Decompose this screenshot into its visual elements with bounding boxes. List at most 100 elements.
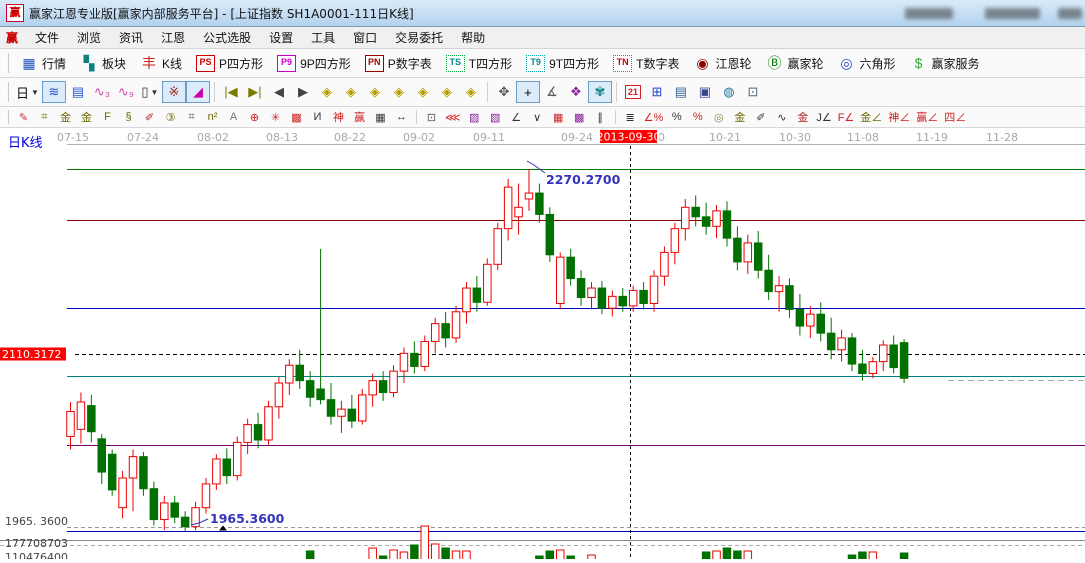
quickbar-p-square-button[interactable]: PSP四方形 xyxy=(189,52,270,75)
drawbar-span-measure-button[interactable]: ↔ xyxy=(391,108,412,126)
viewbar-gann-mark-button[interactable]: ※ xyxy=(162,81,186,103)
quickbar-winner-service-button[interactable]: $赢家服务 xyxy=(903,52,987,75)
drawbar-pct-underline-button[interactable]: % xyxy=(687,108,708,126)
drawbar-n2-grid-button[interactable]: n² xyxy=(202,108,223,126)
toolbar-grip[interactable] xyxy=(4,110,9,124)
drawbar-brush-button[interactable]: ✎ xyxy=(13,108,34,126)
drawbar-pct-angle-button[interactable]: ∠% xyxy=(641,108,667,126)
drawbar-red-grid-button[interactable]: ▦ xyxy=(548,108,569,126)
viewbar-network-button[interactable]: ◍ xyxy=(717,81,741,103)
viewbar-crosshair-button[interactable]: + xyxy=(516,81,540,103)
drawbar-shen-angle-button[interactable]: 神∠ xyxy=(885,108,913,126)
drawbar-f-angle-button[interactable]: F∠ xyxy=(835,108,858,126)
viewbar-notes-button[interactable]: ▤ xyxy=(669,81,693,103)
viewbar-profile-chart-button[interactable]: ◢ xyxy=(186,81,210,103)
drawbar-si-angle-button[interactable]: 四∠ xyxy=(941,108,969,126)
drawbar-percent-button[interactable]: % xyxy=(666,108,687,126)
viewbar-zigzag-overview-button[interactable]: ≋ xyxy=(42,81,66,103)
drawbar-pen-grid-button[interactable]: ✐ xyxy=(139,108,160,126)
quickbar-9p-square-button[interactable]: P99P四方形 xyxy=(270,52,358,75)
drawbar-v-lines-button[interactable]: ∨ xyxy=(527,108,548,126)
drawbar-circle-3-button[interactable]: ③ xyxy=(160,108,181,126)
drawbar-box-fan-button[interactable]: ▨ xyxy=(464,108,485,126)
drawbar-radar-web-button[interactable]: ✳ xyxy=(265,108,286,126)
viewbar-calendar-button[interactable]: 21 xyxy=(621,81,645,103)
viewbar-gann-nav-down-button[interactable]: ◈ xyxy=(435,81,459,103)
menu-tools[interactable]: 工具 xyxy=(302,27,344,48)
viewbar-next-page-button[interactable]: ▶ xyxy=(291,81,315,103)
drawbar-parallel-lines-button[interactable]: ∥ xyxy=(590,108,611,126)
viewbar-gann-nav-up-button[interactable]: ◈ xyxy=(411,81,435,103)
viewbar-pan-hand-button[interactable]: ✥ xyxy=(492,81,516,103)
viewbar-wave-3-button[interactable]: ∿₃ xyxy=(90,81,114,103)
menu-window[interactable]: 窗口 xyxy=(344,27,386,48)
drawbar-fan-lines-button[interactable]: ⋘ xyxy=(442,108,464,126)
drawbar-k-mark-button[interactable]: И xyxy=(307,108,328,126)
menu-help[interactable]: 帮助 xyxy=(452,27,494,48)
quickbar-9t-square-button[interactable]: T99T四方形 xyxy=(519,52,606,75)
drawbar-gold-angle-button[interactable]: 金∠ xyxy=(857,108,885,126)
drawbar-level-bars-button[interactable]: ≣ xyxy=(620,108,641,126)
menu-news[interactable]: 资讯 xyxy=(110,27,152,48)
viewbar-wave-9-button[interactable]: ∿₉ xyxy=(114,81,138,103)
viewbar-gann-nav-center-button[interactable]: ◈ xyxy=(459,81,483,103)
drawbar-gold-underline-button[interactable]: 金 xyxy=(792,108,813,126)
viewbar-measure-button[interactable]: ∡ xyxy=(540,81,564,103)
viewbar-last-page-button[interactable]: ▶| xyxy=(243,81,267,103)
viewbar-calculator-button[interactable]: ⊞ xyxy=(645,81,669,103)
drawbar-wave-a-button[interactable]: ∿ xyxy=(771,108,792,126)
viewbar-info-panel-button[interactable]: ▤ xyxy=(66,81,90,103)
menu-gann[interactable]: 江恩 xyxy=(152,27,194,48)
menu-file[interactable]: 文件 xyxy=(26,27,68,48)
drawbar-target-circle-button[interactable]: ⊕ xyxy=(244,108,265,126)
viewbar-save-button[interactable]: ▣ xyxy=(693,81,717,103)
drawbar-box-tool-button[interactable]: ⊡ xyxy=(421,108,442,126)
viewbar-print-button[interactable]: ⊡ xyxy=(741,81,765,103)
viewbar-gann-nav-expand-button[interactable]: ◈ xyxy=(363,81,387,103)
drawbar-shen-grid-button[interactable]: 神 xyxy=(328,108,349,126)
candle-style-dropdown-arrow-icon[interactable]: ▼ xyxy=(151,88,159,97)
viewbar-gann-box-tool-button[interactable]: ❖ xyxy=(564,81,588,103)
viewbar-gann-nav-right-button[interactable]: ◈ xyxy=(339,81,363,103)
menu-settings[interactable]: 设置 xyxy=(260,27,302,48)
drawbar-ruler-123-button[interactable]: ▦ xyxy=(370,108,391,126)
drawbar-plain-grid-button[interactable]: ⌗ xyxy=(181,108,202,126)
toolbar-grip[interactable] xyxy=(4,82,9,102)
viewbar-gann-nav-left-button[interactable]: ◈ xyxy=(315,81,339,103)
quickbar-quotes-button[interactable]: ▦行情 xyxy=(13,52,73,75)
viewbar-period-selector-button[interactable]: 日▼ xyxy=(13,81,42,103)
menu-formula-stock-pick[interactable]: 公式选股 xyxy=(194,27,260,48)
viewbar-candle-style-button[interactable]: ▯▼ xyxy=(138,81,162,103)
quickbar-kline-button[interactable]: 丰K线 xyxy=(133,52,189,75)
quickbar-sectors-button[interactable]: ▚板块 xyxy=(73,52,133,75)
menu-trade-entrust[interactable]: 交易委托 xyxy=(386,27,452,48)
drawbar-gann-grid-button[interactable]: ⌗ xyxy=(34,108,55,126)
viewbar-smart-analysis-button[interactable]: ✾ xyxy=(588,81,612,103)
period-selector-dropdown-arrow-icon[interactable]: ▼ xyxy=(31,88,39,97)
drawbar-gold-grid-1-button[interactable]: 金 xyxy=(55,108,76,126)
quickbar-t-number-table-button[interactable]: TNT数字表 xyxy=(606,52,686,75)
drawbar-j-angle-button[interactable]: J∠ xyxy=(813,108,834,126)
drawbar-angle-lines-button[interactable]: ∠ xyxy=(506,108,527,126)
drawbar-spiral-5-button[interactable]: § xyxy=(118,108,139,126)
drawbar-win-grid-button[interactable]: 赢 xyxy=(349,108,370,126)
drawbar-gold-grid-2-button[interactable]: 金 xyxy=(76,108,97,126)
quickbar-winner-wheel-button[interactable]: Ⓑ赢家轮 xyxy=(758,52,830,75)
drawbar-gold-lines-button[interactable]: 金 xyxy=(729,108,750,126)
toolbar-grip[interactable] xyxy=(4,53,9,73)
drawbar-brush-measure-button[interactable]: ✐ xyxy=(750,108,771,126)
drawbar-red-grid-box-button[interactable]: ▩ xyxy=(569,108,590,126)
kline-chart-canvas[interactable]: 07-1507-2408-0208-1308-2209-0209-1109-24… xyxy=(0,128,1085,559)
drawbar-text-note-button[interactable]: A xyxy=(223,108,244,126)
drawbar-box-lines-button[interactable]: ▧ xyxy=(485,108,506,126)
viewbar-first-page-button[interactable]: |◀ xyxy=(219,81,243,103)
drawbar-win-angle-button[interactable]: 赢∠ xyxy=(913,108,941,126)
quickbar-hexagon-button[interactable]: ◎六角形 xyxy=(831,52,903,75)
drawbar-web-box-button[interactable]: ▩ xyxy=(286,108,307,126)
menu-browse[interactable]: 浏览 xyxy=(68,27,110,48)
viewbar-gann-nav-compress-button[interactable]: ◈ xyxy=(387,81,411,103)
quickbar-p-number-table-button[interactable]: PNP数字表 xyxy=(358,52,439,75)
quickbar-t-square-button[interactable]: TST四方形 xyxy=(439,52,519,75)
quickbar-gann-wheel-button[interactable]: ◉江恩轮 xyxy=(686,52,758,75)
drawbar-f-grid-button[interactable]: F xyxy=(97,108,118,126)
